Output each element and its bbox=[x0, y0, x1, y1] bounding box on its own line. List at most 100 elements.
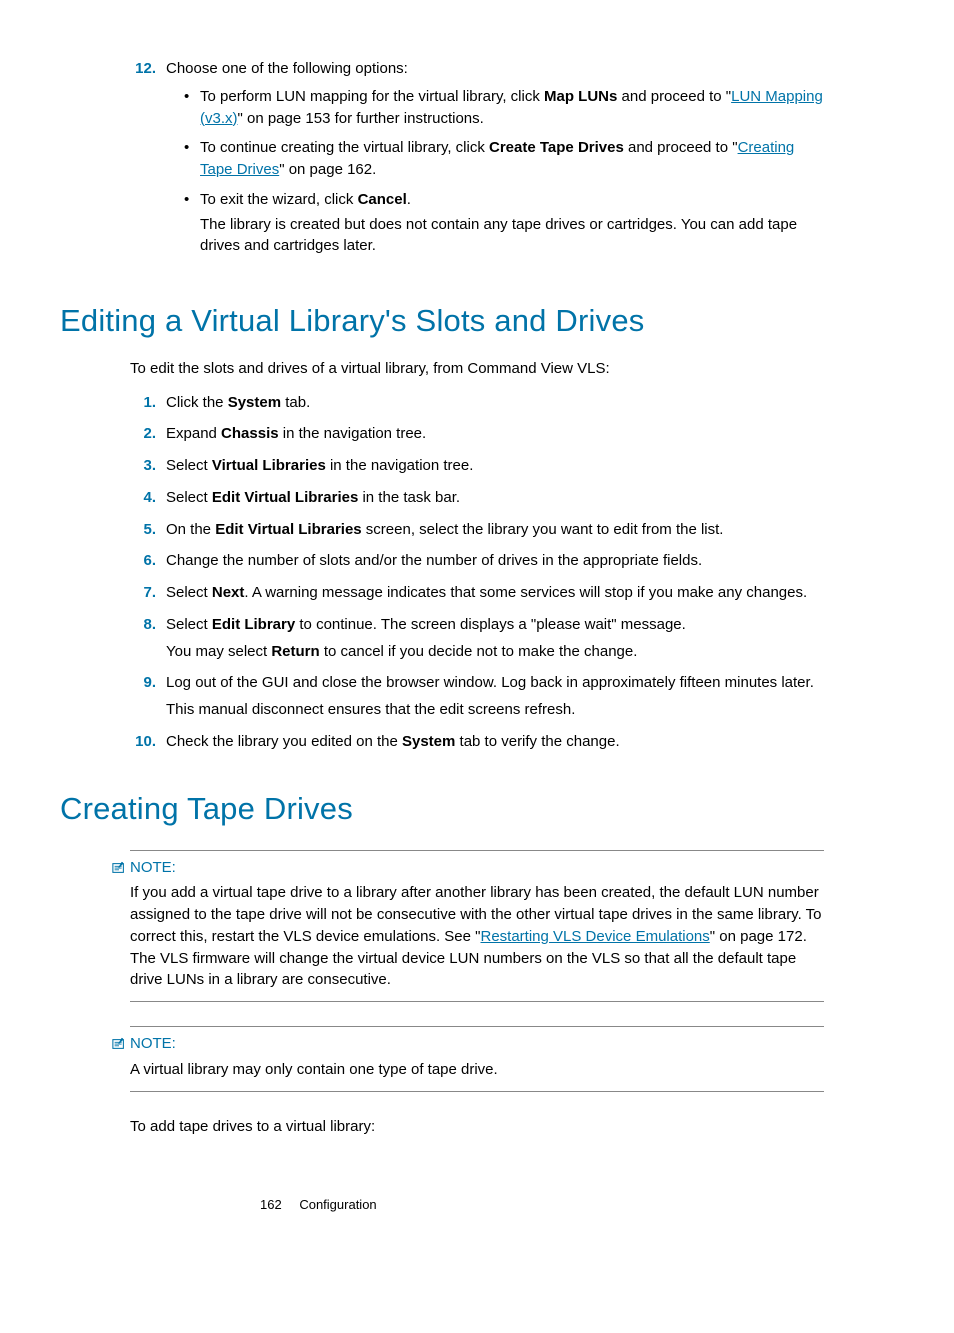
text: tab to verify the change. bbox=[455, 733, 619, 750]
step-list-continuation: 12. Choose one of the following options:… bbox=[130, 58, 824, 265]
bold: System bbox=[402, 733, 455, 750]
step-text: Choose one of the following options: bbox=[166, 60, 408, 77]
creating-intro: To add tape drives to a virtual library: bbox=[130, 1116, 824, 1138]
bold: Edit Library bbox=[212, 616, 295, 633]
step-12: 12. Choose one of the following options:… bbox=[130, 58, 824, 265]
bold: Return bbox=[271, 643, 319, 660]
step-number: 4. bbox=[130, 487, 156, 509]
text: Click the bbox=[166, 394, 228, 411]
text: You may select bbox=[166, 643, 271, 660]
step-number: 6. bbox=[130, 550, 156, 572]
heading-editing: Editing a Virtual Library's Slots and Dr… bbox=[60, 299, 824, 344]
bullet-item: To perform LUN mapping for the virtual l… bbox=[184, 86, 824, 130]
bold: Next bbox=[212, 584, 245, 601]
text: To continue creating the virtual library… bbox=[200, 139, 489, 156]
step-subtext: You may select Return to cancel if you d… bbox=[166, 641, 824, 663]
text: in the navigation tree. bbox=[279, 425, 427, 442]
bold: Edit Virtual Libraries bbox=[215, 521, 361, 538]
rule bbox=[130, 850, 824, 851]
text: Log out of the GUI and close the browser… bbox=[166, 674, 814, 691]
text: Select bbox=[166, 616, 212, 633]
footer-section: Configuration bbox=[299, 1197, 376, 1212]
bold: System bbox=[228, 394, 281, 411]
note-body: A virtual library may only contain one t… bbox=[130, 1059, 824, 1081]
bullet-item: To continue creating the virtual library… bbox=[184, 137, 824, 181]
step-body: Choose one of the following options: To … bbox=[166, 58, 824, 265]
step-6: 6. Change the number of slots and/or the… bbox=[130, 550, 824, 572]
text: " on page 162. bbox=[279, 161, 376, 178]
note-block-1: NOTE: If you add a virtual tape drive to… bbox=[130, 850, 824, 1003]
text: Select bbox=[166, 457, 212, 474]
text: and proceed to " bbox=[624, 139, 738, 156]
bullet-item: To exit the wizard, click Cancel. The li… bbox=[184, 189, 824, 257]
step-number: 1. bbox=[130, 392, 156, 414]
bold: Create Tape Drives bbox=[489, 139, 624, 156]
text: tab. bbox=[281, 394, 310, 411]
editing-step-list: 1. Click the System tab. 2. Expand Chass… bbox=[130, 392, 824, 753]
step-body: Expand Chassis in the navigation tree. bbox=[166, 423, 824, 445]
step-body: Select Next. A warning message indicates… bbox=[166, 582, 824, 604]
text: " on page 153 for further instructions. bbox=[238, 110, 484, 127]
note-header: NOTE: bbox=[112, 857, 824, 879]
step-number: 9. bbox=[130, 672, 156, 721]
bold: Chassis bbox=[221, 425, 279, 442]
step-body: Change the number of slots and/or the nu… bbox=[166, 550, 824, 572]
text: screen, select the library you want to e… bbox=[362, 521, 724, 538]
text: To exit the wizard, click bbox=[200, 191, 358, 208]
text: Check the library you edited on the bbox=[166, 733, 402, 750]
page-number: 162 bbox=[260, 1197, 282, 1212]
step-body: On the Edit Virtual Libraries screen, se… bbox=[166, 519, 824, 541]
bold: Edit Virtual Libraries bbox=[212, 489, 358, 506]
step-number: 10. bbox=[130, 731, 156, 753]
note-label: NOTE: bbox=[130, 1033, 176, 1055]
step-10: 10. Check the library you edited on the … bbox=[130, 731, 824, 753]
text: to cancel if you decide not to make the … bbox=[320, 643, 638, 660]
text: To perform LUN mapping for the virtual l… bbox=[200, 88, 544, 105]
step-body: Select Virtual Libraries in the navigati… bbox=[166, 455, 824, 477]
bold: Map LUNs bbox=[544, 88, 617, 105]
bullet-list: To perform LUN mapping for the virtual l… bbox=[184, 86, 824, 257]
step-number: 8. bbox=[130, 614, 156, 663]
link-restarting-vls[interactable]: Restarting VLS Device Emulations bbox=[481, 928, 710, 945]
text: . A warning message indicates that some … bbox=[244, 584, 807, 601]
step-body: Click the System tab. bbox=[166, 392, 824, 414]
step-number: 2. bbox=[130, 423, 156, 445]
step-subtext: This manual disconnect ensures that the … bbox=[166, 699, 824, 721]
text: Select bbox=[166, 489, 212, 506]
text: Expand bbox=[166, 425, 221, 442]
step-number: 3. bbox=[130, 455, 156, 477]
text: and proceed to " bbox=[617, 88, 731, 105]
step-3: 3. Select Virtual Libraries in the navig… bbox=[130, 455, 824, 477]
step-7: 7. Select Next. A warning message indica… bbox=[130, 582, 824, 604]
bold: Virtual Libraries bbox=[212, 457, 326, 474]
step-number: 7. bbox=[130, 582, 156, 604]
text: Select bbox=[166, 584, 212, 601]
text: . bbox=[407, 191, 411, 208]
step-8: 8. Select Edit Library to continue. The … bbox=[130, 614, 824, 663]
step-5: 5. On the Edit Virtual Libraries screen,… bbox=[130, 519, 824, 541]
step-4: 4. Select Edit Virtual Libraries in the … bbox=[130, 487, 824, 509]
heading-creating: Creating Tape Drives bbox=[60, 787, 824, 832]
rule bbox=[130, 1026, 824, 1027]
editing-intro: To edit the slots and drives of a virtua… bbox=[130, 358, 824, 380]
text: in the navigation tree. bbox=[326, 457, 474, 474]
step-body: Select Edit Library to continue. The scr… bbox=[166, 614, 824, 663]
step-body: Log out of the GUI and close the browser… bbox=[166, 672, 824, 721]
note-header: NOTE: bbox=[112, 1033, 824, 1055]
text: On the bbox=[166, 521, 215, 538]
text: to continue. The screen displays a "plea… bbox=[295, 616, 686, 633]
rule bbox=[130, 1001, 824, 1002]
step-1: 1. Click the System tab. bbox=[130, 392, 824, 414]
note-icon bbox=[112, 861, 126, 875]
note-icon bbox=[112, 1037, 126, 1051]
note-block-2: NOTE: A virtual library may only contain… bbox=[130, 1026, 824, 1092]
page-footer: 162 Configuration bbox=[260, 1196, 377, 1215]
step-body: Check the library you edited on the Syst… bbox=[166, 731, 824, 753]
step-number: 5. bbox=[130, 519, 156, 541]
note-label: NOTE: bbox=[130, 857, 176, 879]
step-2: 2. Expand Chassis in the navigation tree… bbox=[130, 423, 824, 445]
step-9: 9. Log out of the GUI and close the brow… bbox=[130, 672, 824, 721]
bold: Cancel bbox=[358, 191, 407, 208]
rule bbox=[130, 1091, 824, 1092]
step-number: 12. bbox=[130, 58, 156, 265]
